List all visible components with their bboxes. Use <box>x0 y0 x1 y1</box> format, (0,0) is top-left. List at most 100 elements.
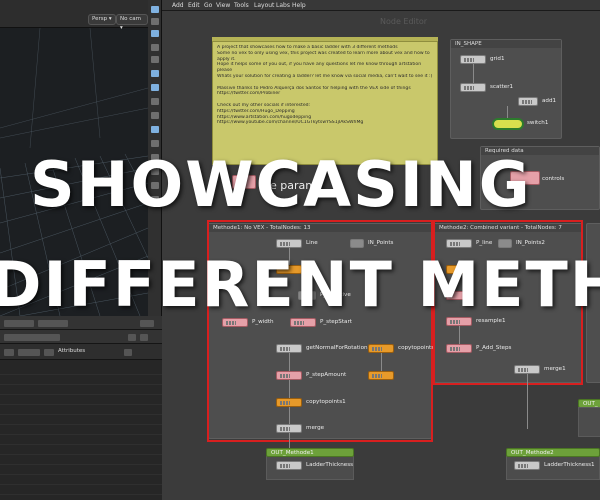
table-row <box>0 476 162 485</box>
wire <box>527 374 528 429</box>
copytopoints-node-2[interactable] <box>368 371 394 380</box>
switch1-label: switch1 <box>527 120 549 126</box>
path-field[interactable] <box>4 334 60 341</box>
table-row <box>0 376 162 385</box>
table-row <box>0 446 162 455</box>
panel-menu-icon[interactable] <box>140 320 154 327</box>
pin-icon[interactable] <box>128 334 136 341</box>
add1-node[interactable] <box>518 97 538 106</box>
wire <box>473 64 474 83</box>
in-points2-label: IN_Points2 <box>516 240 545 246</box>
copytopoints-node[interactable] <box>368 344 394 353</box>
transform-tool-icon[interactable] <box>151 18 159 25</box>
table-row <box>0 456 162 465</box>
attributes-label: Attributes <box>58 348 86 354</box>
settings-icon[interactable] <box>124 349 132 356</box>
viewport-header: Persp ▾ No cam ▾ <box>0 0 148 31</box>
parameter-panel: Attributes <box>0 316 162 500</box>
in-points2-node[interactable] <box>498 239 512 248</box>
wire <box>289 380 290 398</box>
attribute-header: Attributes <box>0 344 162 360</box>
network-menubar: Add Edit Go View Tools Layout Labs Help <box>162 0 600 11</box>
menu-labs[interactable]: Labs <box>276 2 290 9</box>
table-row <box>0 486 162 495</box>
menu-view[interactable]: View <box>216 2 230 9</box>
out-methode3-body <box>578 407 600 437</box>
menu-help[interactable]: Help <box>292 2 306 9</box>
points-tool-icon[interactable] <box>151 140 159 147</box>
add1-label: add1 <box>542 98 557 104</box>
menu-edit[interactable]: Edit <box>188 2 200 9</box>
copytopoints1-node[interactable] <box>276 398 302 407</box>
getnormal-node[interactable] <box>276 344 302 353</box>
in-points-node[interactable] <box>350 239 364 248</box>
controls-label: controls <box>542 176 565 182</box>
copytopoints1-label: copytopoints1 <box>306 399 346 405</box>
ladderthickness1-label: LadderThickness1 <box>544 462 595 468</box>
sticky-line: Hope it helps some of you out, if you ha… <box>217 62 422 68</box>
camera-menu[interactable]: No cam ▾ <box>116 14 148 31</box>
light-tool-icon[interactable] <box>151 70 159 77</box>
overlay-title-line2: DIFFERENT METHODS <box>0 248 600 321</box>
table-row <box>0 386 162 395</box>
handle-tool-icon[interactable] <box>151 44 159 51</box>
geometry-tool-icon[interactable] <box>151 126 159 133</box>
select-tool-icon[interactable] <box>151 6 159 13</box>
table-row <box>0 426 162 435</box>
wire <box>507 106 508 118</box>
out-methode1-title[interactable]: OUT_Methode1 <box>266 448 354 457</box>
out-methode2-title[interactable]: OUT_Methode2 <box>506 448 600 457</box>
ladderthickness-label: LadderThickness <box>306 462 354 468</box>
view-tool-icon[interactable] <box>151 56 159 63</box>
merge-label: merge <box>306 425 325 431</box>
overlay-title-line1: SHOWCASING <box>30 148 532 221</box>
table-row <box>0 406 162 415</box>
sticky-note[interactable]: A project that showcases how to make a b… <box>212 41 438 165</box>
p-stepamount-label: P_stepAmount <box>306 372 347 378</box>
geometry-icon[interactable] <box>4 349 14 356</box>
tab-a[interactable] <box>4 320 34 327</box>
line-label: Line <box>306 240 318 246</box>
tab-b[interactable] <box>38 320 68 327</box>
help-icon[interactable] <box>140 334 148 341</box>
p-stepamount-node[interactable] <box>276 371 302 380</box>
line-node[interactable] <box>276 239 302 248</box>
sticky-line: https://www.youtube.com/channel/UC1GTkyt… <box>217 120 364 126</box>
p-line-node[interactable] <box>446 239 472 248</box>
menu-add[interactable]: Add <box>172 2 184 9</box>
shading-tool-icon[interactable] <box>151 112 159 119</box>
grid1-label: grid1 <box>490 56 505 62</box>
table-row <box>0 466 162 475</box>
table-row <box>0 436 162 445</box>
display-tool-icon[interactable] <box>151 98 159 105</box>
wire <box>289 407 290 424</box>
sticky-line: Whats your solution for creating a ladde… <box>217 73 433 79</box>
table-row <box>0 396 162 405</box>
ladderthickness1-node[interactable] <box>514 461 540 470</box>
ladderthickness-node[interactable] <box>276 461 302 470</box>
scatter1-label: scatter1 <box>490 84 514 90</box>
p-add-steps-node[interactable] <box>446 344 472 353</box>
menu-go[interactable]: Go <box>204 2 212 9</box>
copytopoints-label: copytopoints <box>398 345 435 351</box>
in-shape-title: IN_SHAPE <box>451 40 561 48</box>
snap-tool-icon[interactable] <box>151 30 159 37</box>
camera-tool-icon[interactable] <box>151 84 159 91</box>
panel-toolbar <box>0 330 162 344</box>
merge1-node[interactable] <box>514 365 540 374</box>
menu-layout[interactable]: Layout <box>254 2 274 9</box>
in-points-label: IN_Points <box>368 240 394 246</box>
wire <box>381 353 382 371</box>
perspective-menu[interactable]: Persp ▾ <box>88 14 116 25</box>
filter-icon[interactable] <box>44 349 54 356</box>
menu-tools[interactable]: Tools <box>234 2 249 9</box>
merge-node[interactable] <box>276 424 302 433</box>
grid1-node[interactable] <box>460 55 486 64</box>
scatter1-node[interactable] <box>460 83 486 92</box>
node-field[interactable] <box>18 349 40 356</box>
table-row <box>0 416 162 425</box>
switch1-node[interactable] <box>492 118 524 130</box>
table-row <box>0 366 162 375</box>
network-context-label: Node Editor <box>380 17 428 26</box>
wire <box>289 353 290 371</box>
